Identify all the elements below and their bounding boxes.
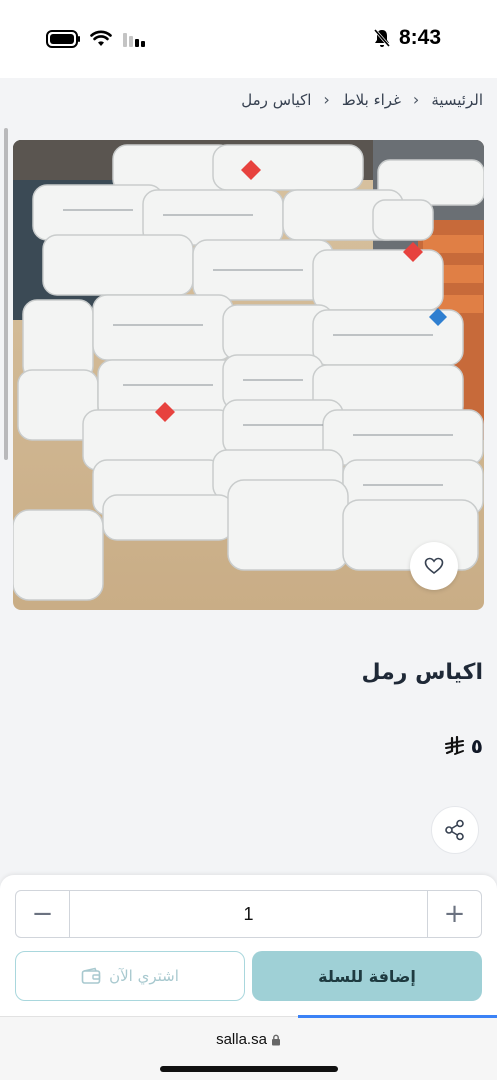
- breadcrumb-current: اكياس رمل: [241, 90, 312, 109]
- silent-bell-icon: [373, 29, 391, 47]
- plus-icon: +: [443, 899, 466, 929]
- decrease-quantity-button[interactable]: −: [16, 891, 70, 937]
- price-value: ٥: [470, 734, 483, 758]
- chevron-right-icon: ›: [323, 90, 330, 109]
- wallet-icon: [81, 967, 101, 984]
- add-to-cart-button[interactable]: إضافة للسلة: [252, 951, 482, 1001]
- saudi-riyal-icon: [444, 736, 464, 755]
- clock: 8:43: [398, 26, 441, 49]
- wifi-icon: [90, 30, 112, 46]
- cellular-signal-icon: [123, 33, 145, 47]
- breadcrumb: الرئيسية › غراء بلاط › اكياس رمل: [241, 90, 483, 109]
- home-indicator[interactable]: [160, 1066, 338, 1072]
- battery-icon: [46, 30, 80, 48]
- product-image[interactable]: [13, 140, 484, 610]
- breadcrumb-home[interactable]: الرئيسية: [431, 91, 483, 109]
- heart-icon: [424, 557, 444, 575]
- quantity-input[interactable]: [70, 891, 427, 937]
- status-bar: 8:43: [0, 0, 497, 78]
- share-icon: [445, 819, 464, 841]
- lock-icon: [271, 1034, 280, 1045]
- page-load-progress: [298, 1015, 497, 1018]
- url-text: salla.sa: [216, 1031, 267, 1048]
- status-icons-right: 8:43: [373, 26, 441, 50]
- product-title: اكياس رمل: [361, 660, 483, 685]
- address-bar[interactable]: salla.sa: [0, 1031, 497, 1048]
- status-icons-left: [46, 30, 148, 48]
- chevron-right-icon: ›: [412, 90, 420, 109]
- purchase-panel: − + اشتري الآن إضافة للسلة: [0, 875, 497, 1020]
- share-button[interactable]: [431, 806, 479, 854]
- minus-icon: −: [31, 899, 54, 929]
- product-price: ٥: [444, 734, 483, 758]
- wishlist-button[interactable]: [410, 542, 458, 590]
- add-to-cart-label: إضافة للسلة: [318, 966, 416, 986]
- browser-bar: salla.sa: [0, 1015, 497, 1080]
- buy-now-label: اشتري الآن: [109, 967, 179, 985]
- quantity-stepper: − +: [15, 890, 482, 938]
- buy-now-button[interactable]: اشتري الآن: [15, 951, 245, 1001]
- scroll-indicator[interactable]: [4, 128, 8, 460]
- breadcrumb-category[interactable]: غراء بلاط: [342, 91, 401, 109]
- increase-quantity-button[interactable]: +: [427, 891, 481, 937]
